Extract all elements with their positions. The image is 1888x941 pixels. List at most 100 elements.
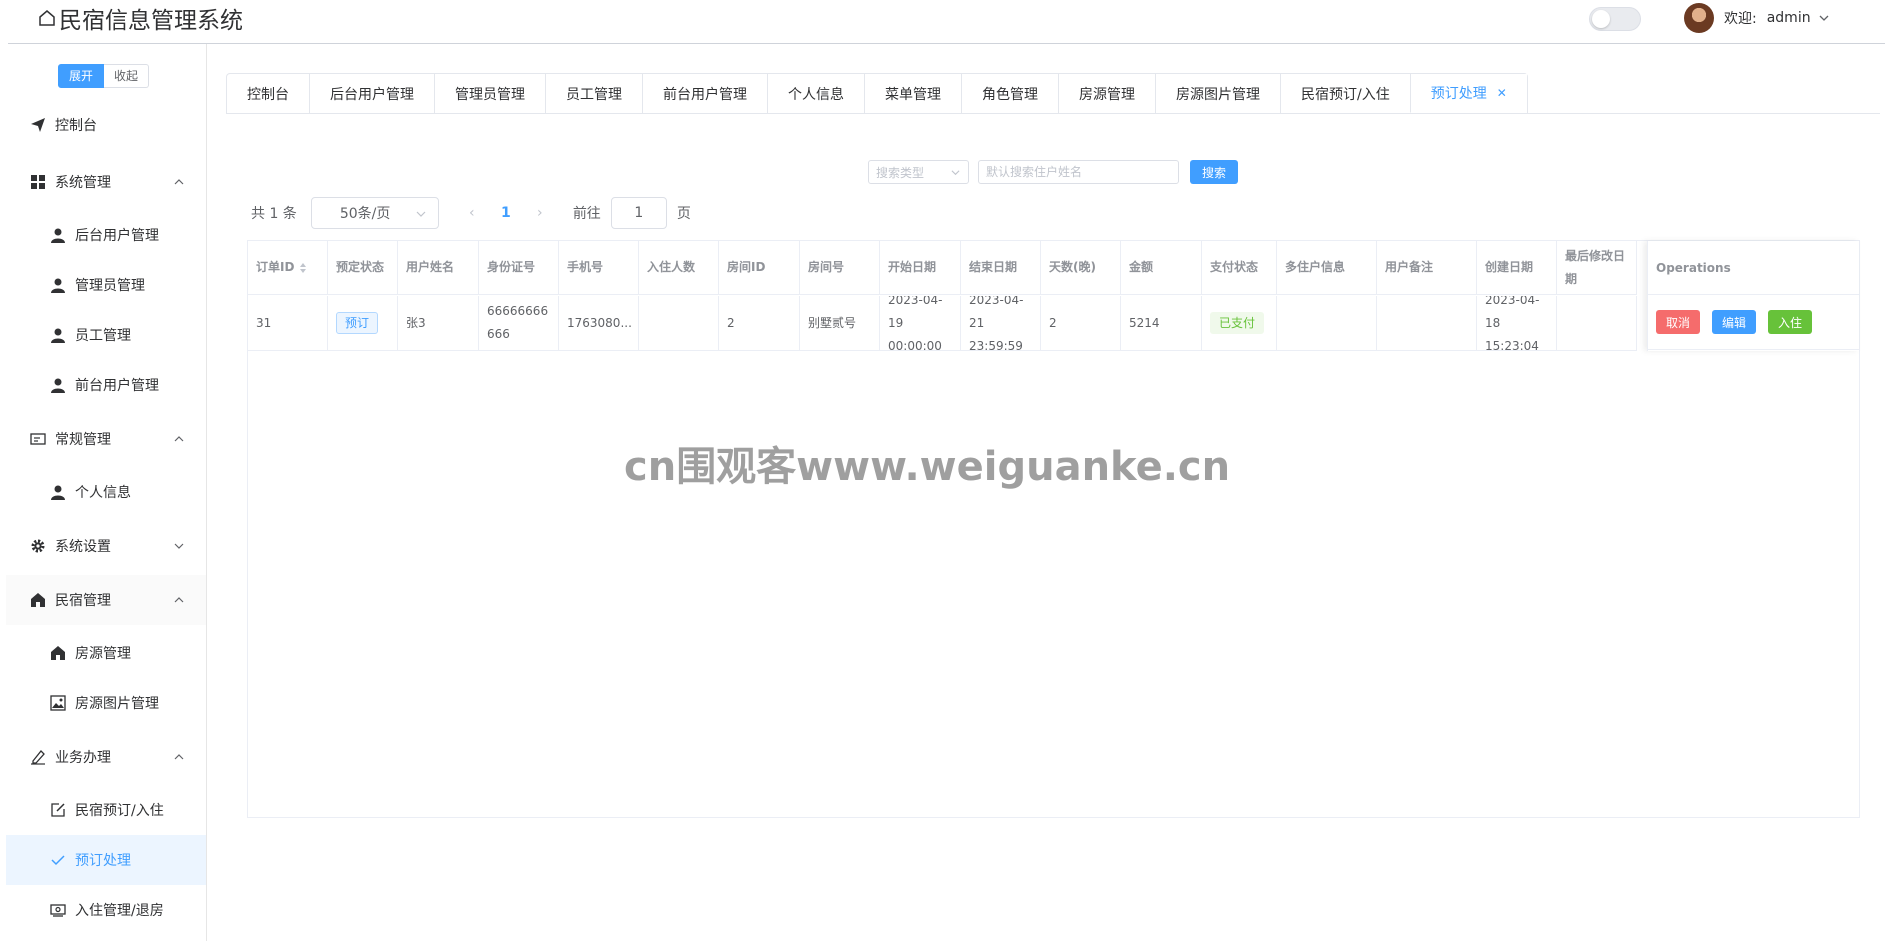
tab-staff-management[interactable]: 员工管理 [545, 74, 642, 113]
tab-backend-users[interactable]: 后台用户管理 [309, 74, 434, 113]
user-menu[interactable]: 欢迎: admin [1684, 3, 1829, 33]
sidebar-item-business-handling[interactable]: 业务办理 [6, 732, 206, 782]
sidebar-item-general-management[interactable]: 常规管理 [6, 414, 206, 464]
total-count: 共 1 条 [251, 206, 297, 222]
sidebar-item-frontend-users[interactable]: 前台用户管理 [6, 360, 206, 410]
status-badge: 预订 [336, 312, 379, 334]
sidebar-item-system-settings[interactable]: 系统设置 [6, 521, 206, 571]
search-type-select[interactable]: 搜索类型 [868, 160, 969, 184]
username: admin [1766, 10, 1811, 26]
user-icon [51, 278, 65, 293]
sidebar-item-label: 员工管理 [75, 328, 131, 344]
cancel-button[interactable]: 取消 [1656, 310, 1701, 334]
column-header: 入住人数 [639, 241, 719, 294]
operations-header: Operations [1648, 241, 1859, 295]
sidebar-item-system-management[interactable]: 系统管理 [6, 157, 206, 207]
sidebar-item-backend-users[interactable]: 后台用户管理 [6, 210, 206, 260]
expand-button[interactable]: 展开 [58, 64, 105, 88]
sidebar-item-checkin-checkout[interactable]: 入住管理/退房 [6, 885, 206, 935]
sidebar-item-label: 房源管理 [75, 646, 131, 662]
column-header: 手机号 [559, 241, 639, 294]
top-header: 民宿信息管理系统 欢迎: admin [0, 0, 1888, 44]
cell-pay-status: 已支付 [1202, 296, 1277, 350]
sidebar-item-label: 预订处理 [75, 853, 131, 869]
cell-modified [1557, 296, 1637, 350]
tab-bar: 控制台 后台用户管理 管理员管理 员工管理 前台用户管理 个人信息 菜单管理 角… [226, 73, 1528, 113]
cell-phone: 1763080... [559, 296, 639, 350]
search-input[interactable] [978, 160, 1179, 184]
sidebar-item-booking-processing[interactable]: 预订处理 [6, 835, 206, 885]
sidebar-item-label: 房源图片管理 [75, 696, 159, 712]
chevron-up-icon [174, 179, 184, 185]
tab-personal-info[interactable]: 个人信息 [767, 74, 864, 113]
avatar [1684, 3, 1714, 33]
search-button[interactable]: 搜索 [1190, 160, 1238, 184]
sidebar-item-homestay-management[interactable]: 民宿管理 [6, 575, 206, 625]
tab-dashboard[interactable]: 控制台 [227, 74, 309, 113]
money-icon [50, 904, 66, 917]
sort-caret-icon[interactable] [299, 262, 307, 274]
goto-label: 前往 [572, 206, 601, 222]
column-header[interactable]: 订单ID [248, 241, 328, 294]
tab-role-management[interactable]: 角色管理 [961, 74, 1058, 113]
sidebar-item-label: 控制台 [55, 118, 97, 134]
sidebar-item-booking-checkin[interactable]: 民宿预订/入住 [6, 785, 206, 835]
home-icon [51, 646, 65, 660]
tab-admin-management[interactable]: 管理员管理 [434, 74, 545, 113]
sidebar-item-staff-management[interactable]: 员工管理 [6, 310, 206, 360]
sidebar-item-label: 系统设置 [55, 539, 111, 555]
tab-room-management[interactable]: 房源管理 [1058, 74, 1155, 113]
cell-booking-status: 预订 [328, 296, 398, 350]
tab-frontend-users[interactable]: 前台用户管理 [642, 74, 767, 113]
cell-end-date: 2023-04-21 23:59:59 [961, 296, 1041, 350]
checkin-button[interactable]: 入住 [1768, 310, 1813, 334]
edit-button[interactable]: 编辑 [1712, 310, 1757, 334]
home-icon [31, 593, 45, 607]
sidebar-item-label: 入住管理/退房 [75, 903, 164, 919]
table-header-row: 订单ID 预定状态 用户姓名 身份证号 手机号 入住人数 房间ID 房间号 开始… [248, 241, 1637, 295]
chevron-down-icon [1819, 15, 1829, 21]
sidebar-item-label: 常规管理 [55, 432, 111, 448]
page-number[interactable]: 1 [489, 205, 523, 221]
table-row[interactable]: 31 预订 张3 66666666666 1763080... 2 别墅贰号 2… [248, 296, 1637, 351]
column-header: 开始日期 [880, 241, 961, 294]
tab-menu-management[interactable]: 菜单管理 [864, 74, 961, 113]
column-header: 创建日期 [1477, 241, 1557, 294]
sidebar-item-personal-info[interactable]: 个人信息 [6, 467, 206, 517]
user-icon [51, 228, 65, 243]
user-icon [51, 378, 65, 393]
tab-booking-processing[interactable]: 预订处理 ✕ [1409, 74, 1527, 113]
pay-status-badge: 已支付 [1210, 312, 1265, 334]
page-size-select[interactable]: 50条/页 [310, 197, 439, 229]
sidebar-item-label: 管理员管理 [75, 278, 145, 294]
header-divider [8, 43, 1885, 44]
home-outline-icon [39, 10, 55, 26]
search-type-placeholder: 搜索类型 [876, 165, 925, 180]
tabs-divider [226, 113, 1880, 114]
page-jump-input[interactable] [610, 197, 667, 229]
sidebar-item-room-images[interactable]: 房源图片管理 [6, 678, 206, 728]
tab-booking-checkin[interactable]: 民宿预订/入住 [1280, 74, 1410, 113]
sidebar-item-dashboard[interactable]: 控制台 [6, 100, 206, 150]
check-icon [51, 855, 65, 866]
chevron-down-icon [416, 211, 426, 217]
column-header: 支付状态 [1202, 241, 1277, 294]
collapse-toggle-group: 展开 收起 [58, 64, 150, 88]
toggle-knob [1592, 10, 1610, 28]
app-brand[interactable]: 民宿信息管理系统 [38, 4, 243, 34]
sidebar-item-admin-management[interactable]: 管理员管理 [6, 260, 206, 310]
tab-room-images[interactable]: 房源图片管理 [1155, 74, 1280, 113]
sidebar-item-room-management[interactable]: 房源管理 [6, 628, 206, 678]
theme-toggle[interactable] [1589, 7, 1641, 31]
next-page-icon[interactable]: › [523, 205, 557, 221]
collapse-button[interactable]: 收起 [104, 64, 150, 88]
send-icon [31, 118, 45, 132]
column-header: 用户备注 [1377, 241, 1477, 294]
page-unit-label: 页 [676, 206, 691, 222]
prev-page-icon[interactable]: ‹ [455, 205, 489, 221]
cell-order-id: 31 [248, 296, 328, 350]
orders-table: 订单ID 预定状态 用户姓名 身份证号 手机号 入住人数 房间ID 房间号 开始… [247, 240, 1860, 818]
sidebar-item-label: 个人信息 [75, 485, 131, 501]
operations-cell: 取消 编辑 入住 [1648, 295, 1859, 350]
close-icon[interactable]: ✕ [1497, 86, 1507, 100]
